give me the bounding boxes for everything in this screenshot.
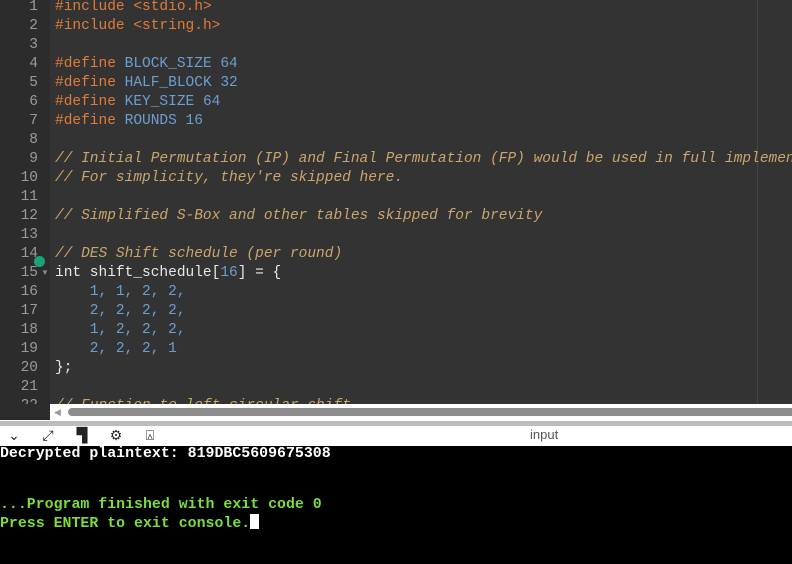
code-line[interactable]: 1, 2, 2, 2, <box>55 321 186 340</box>
code-line[interactable]: 2, 2, 2, 2, <box>55 302 186 321</box>
debug-icon[interactable]: ⍓ <box>140 427 160 444</box>
exit-message: ...Program finished with exit code 0 <box>0 497 322 513</box>
line-number: 4 <box>29 56 38 72</box>
breakpoint-icon[interactable] <box>34 256 45 267</box>
scroll-left-icon[interactable]: ◀ <box>54 407 61 418</box>
code-token: // Initial Permutation (IP) and Final Pe… <box>55 151 792 167</box>
line-number: 1 <box>29 0 38 15</box>
code-token: int shift_schedule[ <box>55 265 221 281</box>
horizontal-scrollbar[interactable]: ◀ <box>50 404 792 420</box>
code-token: #define <box>55 113 125 129</box>
code-line[interactable]: #include <stdio.h> <box>55 0 212 17</box>
code-line[interactable]: #define BLOCK_SIZE 64 <box>55 55 238 74</box>
input-tab[interactable]: input <box>530 427 558 442</box>
code-line[interactable]: 1, 1, 2, 2, <box>55 283 186 302</box>
line-number: 6 <box>29 94 38 110</box>
code-token: <stdio.h> <box>133 0 212 15</box>
code-token: #define <box>55 94 125 110</box>
code-token: // For simplicity, they're skipped here. <box>55 170 404 186</box>
code-token: // Simplified S-Box and other tables ski… <box>55 208 543 224</box>
code-token: HALF_BLOCK 32 <box>124 75 238 91</box>
line-number: 22 <box>0 397 38 404</box>
code-line[interactable]: // DES Shift schedule (per round) <box>55 245 342 264</box>
line-number: 11 <box>20 189 38 205</box>
line-number: 15 <box>20 265 38 281</box>
line-number: 17 <box>20 303 38 319</box>
line-number: 14 <box>20 246 38 262</box>
code-token: #include <box>55 0 134 15</box>
code-token: 1, 2, 2, 2, <box>55 322 186 338</box>
line-number: 10 <box>20 170 38 186</box>
exit-prompt: Press ENTER to exit console. <box>0 514 260 533</box>
code-token: <string.h> <box>133 18 221 34</box>
print-margin <box>757 0 758 404</box>
line-number: 21 <box>20 379 38 395</box>
code-line[interactable]: #define ROUNDS 16 <box>55 112 203 131</box>
line-number: 19 <box>20 341 38 357</box>
code-token: // DES Shift schedule (per round) <box>55 246 343 262</box>
code-token: #include <box>55 18 134 34</box>
code-token: ] = { <box>237 265 282 281</box>
console-toolbar: ⌄ ⤢ ▜ ⚙ ⍓ input <box>0 426 792 446</box>
code-token: 2, 2, 2, 2, <box>55 303 186 319</box>
console-output[interactable]: Decrypted plaintext: 819DBC5609675308 ..… <box>0 446 792 564</box>
line-number: 20 <box>20 360 38 376</box>
code-line[interactable]: int shift_schedule[16] = { <box>55 264 281 283</box>
gutter-footer <box>0 404 50 420</box>
line-number: 16 <box>20 284 38 300</box>
code-line[interactable]: // For simplicity, they're skipped here. <box>55 169 403 188</box>
code-token: #define <box>55 56 125 72</box>
line-number: 8 <box>29 132 38 148</box>
program-output: Decrypted plaintext: 819DBC5609675308 <box>0 446 331 462</box>
code-line[interactable]: #define KEY_SIZE 64 <box>55 93 220 112</box>
line-number-gutter: 12345678910111213141516171819202122 <box>0 0 50 404</box>
scrollbar-thumb[interactable] <box>68 408 792 416</box>
line-number: 2 <box>29 18 38 34</box>
line-number: 5 <box>29 75 38 91</box>
code-token: KEY_SIZE 64 <box>124 94 221 110</box>
line-number: 13 <box>20 227 38 243</box>
text-cursor <box>250 514 260 529</box>
line-number: 7 <box>29 113 38 129</box>
exit-prompt-text: Press ENTER to exit console. <box>0 516 251 532</box>
code-token: 1, 1, 2, 2, <box>55 284 186 300</box>
code-editor[interactable]: 12345678910111213141516171819202122 #inc… <box>0 0 792 404</box>
code-token: 16 <box>220 265 238 281</box>
code-line[interactable]: // Simplified S-Box and other tables ski… <box>55 207 542 226</box>
code-line[interactable]: // Function to left circular shift <box>55 397 351 404</box>
code-line[interactable]: // Initial Permutation (IP) and Final Pe… <box>55 150 792 169</box>
layout-icon[interactable]: ▜ <box>72 427 92 444</box>
code-line[interactable]: 2, 2, 2, 1 <box>55 340 177 359</box>
line-number: 3 <box>29 37 38 53</box>
code-line[interactable]: #define HALF_BLOCK 32 <box>55 74 238 93</box>
code-token: ROUNDS 16 <box>124 113 203 129</box>
code-line[interactable]: }; <box>55 359 72 378</box>
code-token: 2, 2, 2, 1 <box>55 341 177 357</box>
line-number: 12 <box>20 208 38 224</box>
line-number: 18 <box>20 322 38 338</box>
fold-arrow-icon[interactable]: ▼ <box>41 268 49 277</box>
chevron-down-icon[interactable]: ⌄ <box>4 427 24 444</box>
code-token: }; <box>55 360 73 376</box>
expand-icon[interactable]: ⤢ <box>38 427 58 444</box>
code-token: BLOCK_SIZE 64 <box>124 56 238 72</box>
gear-icon[interactable]: ⚙ <box>106 427 126 444</box>
code-token: #define <box>55 75 125 91</box>
code-line[interactable]: #include <string.h> <box>55 17 220 36</box>
line-number: 9 <box>29 151 38 167</box>
